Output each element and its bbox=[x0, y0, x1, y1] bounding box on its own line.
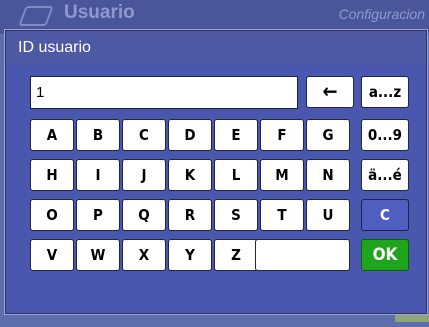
screen: Usuario Configuracion ID usuario 1 ← a..… bbox=[0, 0, 429, 327]
key-t[interactable]: T bbox=[260, 199, 304, 231]
key-p[interactable]: P bbox=[76, 199, 120, 231]
key-r[interactable]: R bbox=[168, 199, 212, 231]
background-status-indicator bbox=[395, 313, 429, 322]
key-u[interactable]: U bbox=[306, 199, 350, 231]
key-f[interactable]: F bbox=[260, 119, 304, 151]
key-s[interactable]: S bbox=[214, 199, 258, 231]
background-app-header: Usuario Configuracion bbox=[0, 0, 429, 34]
backspace-button[interactable]: ← bbox=[306, 76, 354, 108]
key-l[interactable]: L bbox=[214, 159, 258, 191]
user-id-input[interactable]: 1 bbox=[30, 76, 298, 109]
ok-button[interactable]: OK bbox=[361, 239, 409, 271]
key-i[interactable]: I bbox=[76, 159, 120, 191]
space-key[interactable] bbox=[255, 239, 350, 271]
key-j[interactable]: J bbox=[122, 159, 166, 191]
user-id-dialog: ID usuario 1 ← a...z A B C D E F G 0...9… bbox=[5, 30, 427, 314]
clear-button[interactable]: C bbox=[361, 199, 409, 231]
key-a[interactable]: A bbox=[30, 119, 74, 151]
key-x[interactable]: X bbox=[122, 239, 166, 271]
key-o[interactable]: O bbox=[30, 199, 74, 231]
key-g[interactable]: G bbox=[306, 119, 350, 151]
digits-button[interactable]: 0...9 bbox=[361, 119, 409, 151]
key-q[interactable]: Q bbox=[122, 199, 166, 231]
dialog-title: ID usuario bbox=[6, 31, 426, 65]
key-v[interactable]: V bbox=[30, 239, 74, 271]
key-h[interactable]: H bbox=[30, 159, 74, 191]
key-y[interactable]: Y bbox=[168, 239, 212, 271]
background-app-title: Usuario bbox=[64, 2, 135, 23]
background-config-label: Configuracion bbox=[338, 6, 425, 22]
key-z[interactable]: Z bbox=[214, 239, 258, 271]
key-n[interactable]: N bbox=[306, 159, 350, 191]
key-c[interactable]: C bbox=[122, 119, 166, 151]
key-w[interactable]: W bbox=[76, 239, 120, 271]
folder-icon bbox=[18, 6, 54, 26]
key-e[interactable]: E bbox=[214, 119, 258, 151]
key-k[interactable]: K bbox=[168, 159, 212, 191]
lowercase-button[interactable]: a...z bbox=[361, 76, 409, 108]
key-b[interactable]: B bbox=[76, 119, 120, 151]
key-m[interactable]: M bbox=[260, 159, 304, 191]
key-d[interactable]: D bbox=[168, 119, 212, 151]
special-characters-button[interactable]: ä...é bbox=[361, 159, 409, 191]
